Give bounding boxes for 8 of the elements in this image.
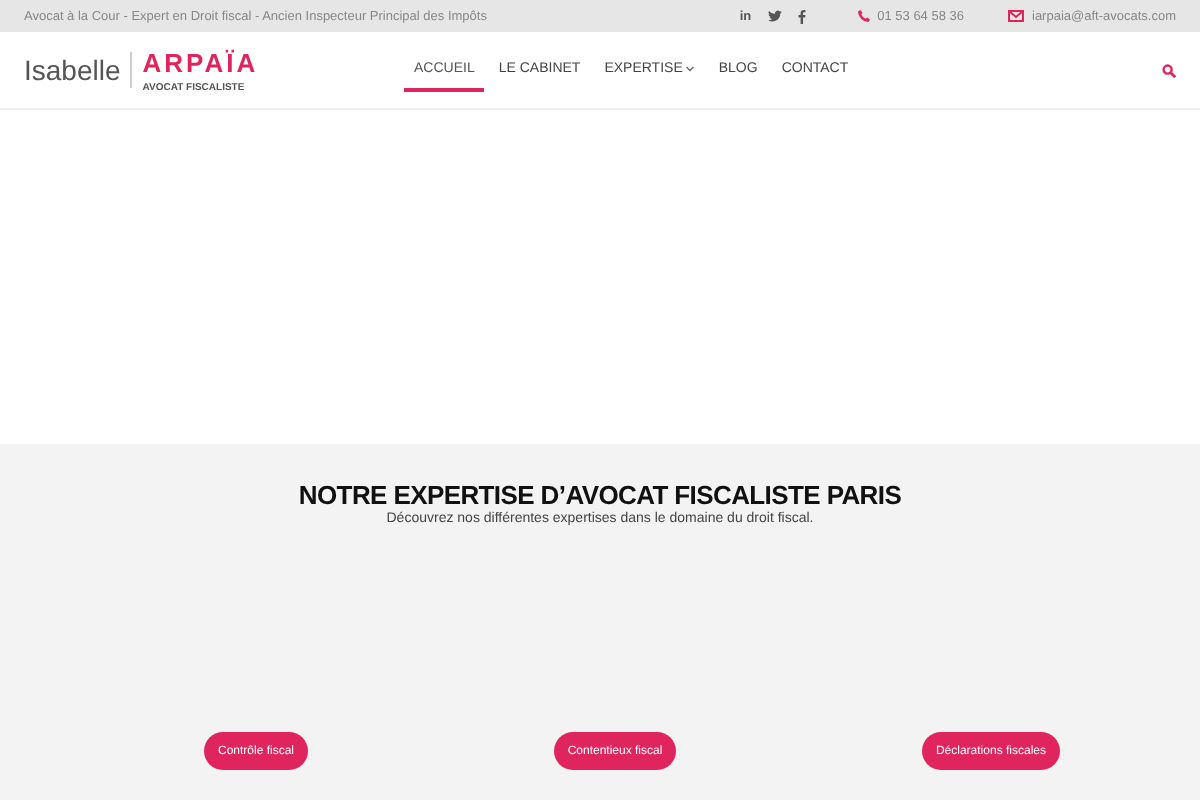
twitter-icon[interactable] xyxy=(767,10,782,22)
mail-icon xyxy=(1008,10,1024,22)
phone-icon xyxy=(857,10,870,22)
section-title: NOTRE EXPERTISE D’AVOCAT FISCALISTE PARIS xyxy=(296,480,904,510)
facebook-icon[interactable] xyxy=(797,9,806,23)
logo-first-name: Isabelle xyxy=(24,52,133,88)
logo-last-name: ARPAÏA xyxy=(142,47,259,77)
search-icon[interactable] xyxy=(1162,63,1176,77)
